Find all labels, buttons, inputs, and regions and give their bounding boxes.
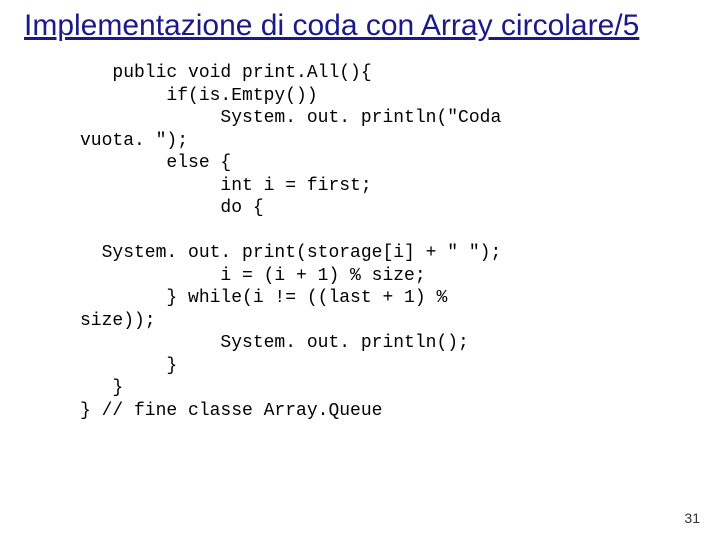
page-number: 31 bbox=[684, 510, 700, 526]
slide-title: Implementazione di coda con Array circol… bbox=[24, 8, 696, 44]
slide: Implementazione di coda con Array circol… bbox=[0, 0, 720, 540]
code-block: public void print.All(){ if(is.Emtpy()) … bbox=[80, 62, 696, 422]
